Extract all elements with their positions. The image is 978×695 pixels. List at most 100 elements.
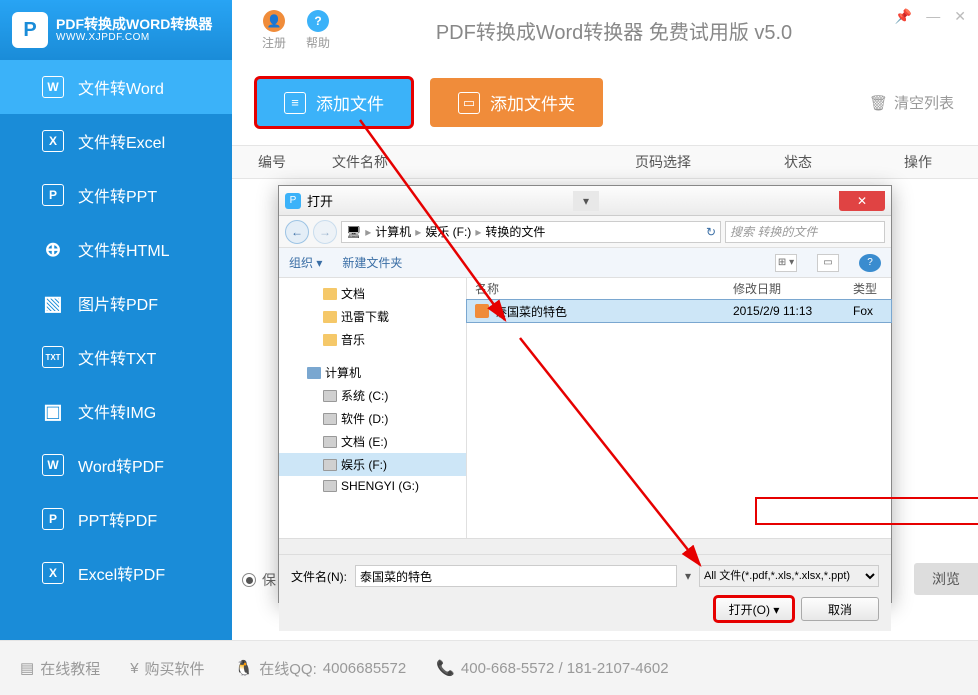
bc-folder[interactable]: 转换的文件 xyxy=(485,223,545,240)
sidebar-item-9[interactable]: X Excel转PDF xyxy=(0,546,232,600)
sidebar-label: 文件转TXT xyxy=(78,345,156,369)
file-filter-select[interactable]: All 文件(*.pdf,*.xls,*.xlsx,*.ppt) xyxy=(699,565,879,587)
help-icon[interactable]: ? xyxy=(859,254,881,272)
dialog-bottom: 文件名(N): ▾ All 文件(*.pdf,*.xls,*.xlsx,*.pp… xyxy=(279,554,891,631)
sidebar-icon: TXT xyxy=(42,346,64,368)
sidebar-item-5[interactable]: TXT 文件转TXT xyxy=(0,330,232,384)
folder-tree: 文档迅雷下载音乐计算机系统 (C:) 软件 (D:)文档 (E:)娱乐 (F:) S… xyxy=(279,278,467,538)
tutorial-link[interactable]: ▤ 在线教程 xyxy=(20,658,100,679)
sidebar-item-3[interactable]: ⊕文件转HTML xyxy=(0,222,232,276)
sidebar-label: 文件转Word xyxy=(78,75,164,99)
topbar: P PDF转换成WORD转换器 WWW.XJPDF.COM 👤 注册 ? 帮助 … xyxy=(0,0,978,60)
col-type[interactable]: 类型 xyxy=(853,280,891,297)
dialog-nav: ← → 🖥 ▸ 计算机 ▸ 娱乐 (F:) ▸ 转换的文件 ↻ 搜索 转换的文件 xyxy=(279,216,891,248)
sidebar-label: Excel转PDF xyxy=(78,561,165,585)
tree-item[interactable]: 音乐 xyxy=(279,328,466,351)
tree-item[interactable]: 文档 (E:) xyxy=(279,430,466,453)
file-open-dialog: P 打开 ▾ ✕ ← → 🖥 ▸ 计算机 ▸ 娱乐 (F:) ▸ 转换的文件 ↻… xyxy=(278,185,892,603)
clear-list-button[interactable]: 🗑 清空列表 xyxy=(869,92,954,113)
tree-item[interactable]: 娱乐 (F:) xyxy=(279,453,466,476)
minimize-icon[interactable]: — xyxy=(926,8,940,25)
clear-label: 清空列表 xyxy=(894,92,954,113)
pin-icon[interactable]: 📌 xyxy=(895,8,912,25)
dialog-title-text: 打开 xyxy=(307,191,333,210)
bc-computer[interactable]: 计算机 xyxy=(375,223,411,240)
breadcrumb[interactable]: 🖥 ▸ 计算机 ▸ 娱乐 (F:) ▸ 转换的文件 ↻ xyxy=(341,221,721,243)
sidebar-icon: P xyxy=(42,184,64,206)
col-date[interactable]: 修改日期 xyxy=(733,280,853,297)
sidebar-label: 文件转Excel xyxy=(78,129,165,153)
nav-forward-button[interactable]: → xyxy=(313,220,337,244)
sidebar-label: PPT转PDF xyxy=(78,507,157,531)
search-placeholder: 搜索 转换的文件 xyxy=(730,223,817,240)
folder-icon xyxy=(323,334,337,346)
tree-label: SHENGYI (G:) xyxy=(341,479,419,493)
nav-back-button[interactable]: ← xyxy=(285,220,309,244)
organize-menu[interactable]: 组织 ▾ xyxy=(289,254,322,271)
sidebar-icon: ▣ xyxy=(42,400,64,422)
add-file-label: 添加文件 xyxy=(316,90,384,115)
sidebar-item-1[interactable]: X文件转Excel xyxy=(0,114,232,168)
close-icon[interactable]: ✕ xyxy=(954,8,966,25)
col-filename[interactable]: 名称 xyxy=(475,280,733,297)
tree-item[interactable]: 计算机 xyxy=(279,361,466,384)
tree-item[interactable]: 迅雷下载 xyxy=(279,305,466,328)
help-button[interactable]: ? 帮助 xyxy=(306,10,330,51)
new-folder-button[interactable]: 新建文件夹 xyxy=(342,254,402,271)
file-type: Fox xyxy=(853,304,891,318)
sidebar-item-7[interactable]: WWord转PDF xyxy=(0,438,232,492)
sidebar-label: 文件转PPT xyxy=(78,183,157,207)
logo-text: PDF转换成WORD转换器 WWW.XJPDF.COM xyxy=(56,17,212,43)
sidebar-item-4[interactable]: ▧图片转PDF xyxy=(0,276,232,330)
browse-button[interactable]: 浏览 xyxy=(914,563,978,595)
computer-icon: 🖥 xyxy=(346,225,361,239)
sidebar-item-0[interactable]: W 文件转Word xyxy=(0,60,232,114)
save-option-row: 保 xyxy=(242,570,276,590)
sidebar-item-8[interactable]: PPPT转PDF xyxy=(0,492,232,546)
logo-title: PDF转换成WORD转换器 xyxy=(56,16,212,32)
tree-item[interactable]: SHENGYI (G:) xyxy=(279,476,466,496)
cancel-button[interactable]: 取消 xyxy=(801,597,879,621)
phone-icon: 📞 xyxy=(436,659,455,677)
dialog-minimize-icon[interactable]: ▾ xyxy=(573,191,599,211)
preview-pane-button[interactable]: ▭ xyxy=(817,254,839,272)
register-button[interactable]: 👤 注册 xyxy=(262,10,286,51)
search-input[interactable]: 搜索 转换的文件 xyxy=(725,221,885,243)
toolbar: ≡ 添加文件 ▭ 添加文件夹 🗑 清空列表 xyxy=(232,60,978,145)
tree-item[interactable]: 系统 (C:) xyxy=(279,384,466,407)
refresh-icon[interactable]: ↻ xyxy=(706,225,716,239)
register-label: 注册 xyxy=(262,34,286,51)
open-button[interactable]: 打开(O) ▾ xyxy=(715,597,793,621)
tutorial-label: 在线教程 xyxy=(40,658,100,679)
sidebar-icon: W xyxy=(42,76,64,98)
filename-input[interactable] xyxy=(355,565,677,587)
tree-label: 系统 (C:) xyxy=(341,387,388,404)
sidebar-icon: X xyxy=(42,562,64,584)
dialog-buttons: 打开(O) ▾ 取消 xyxy=(291,597,879,621)
horizontal-scrollbar[interactable] xyxy=(279,538,891,554)
tree-item[interactable]: 文档 xyxy=(279,282,466,305)
bc-drive[interactable]: 娱乐 (F:) xyxy=(425,223,471,240)
sidebar-item-6[interactable]: ▣ 文件转IMG xyxy=(0,384,232,438)
dialog-titlebar[interactable]: P 打开 ▾ ✕ xyxy=(279,186,891,216)
file-row[interactable]: 泰国菜的特色2015/2/9 11:13Fox xyxy=(467,300,891,322)
sidebar-icon: W xyxy=(42,454,64,476)
col-index: 编号 xyxy=(232,152,312,172)
add-folder-button[interactable]: ▭ 添加文件夹 xyxy=(430,78,603,127)
logo-icon: P xyxy=(12,12,48,48)
view-mode-button[interactable]: ⊞ ▾ xyxy=(775,254,797,272)
dialog-close-button[interactable]: ✕ xyxy=(839,191,885,211)
sidebar: W文件转WordX文件转ExcelP文件转PPT⊕文件转HTML▧图片转PDFT… xyxy=(0,60,232,640)
save-radio[interactable] xyxy=(242,573,256,587)
file-list: 名称 修改日期 类型 泰国菜的特色2015/2/9 11:13Fox xyxy=(467,278,891,538)
phone-contact: 📞 400-668-5572 / 181-2107-4602 xyxy=(436,659,668,677)
sidebar-label: 文件转IMG xyxy=(78,399,156,423)
tree-label: 文档 xyxy=(341,285,365,302)
buy-link[interactable]: ¥ 购买软件 xyxy=(130,658,204,679)
qq-contact[interactable]: 🐧 在线QQ:4006685572 xyxy=(235,658,407,679)
tree-item[interactable]: 软件 (D:) xyxy=(279,407,466,430)
sidebar-item-2[interactable]: P 文件转PPT xyxy=(0,168,232,222)
save-label: 保 xyxy=(262,570,276,590)
trash-icon: 🗑 xyxy=(869,94,888,112)
add-file-button[interactable]: ≡ 添加文件 xyxy=(256,78,412,127)
